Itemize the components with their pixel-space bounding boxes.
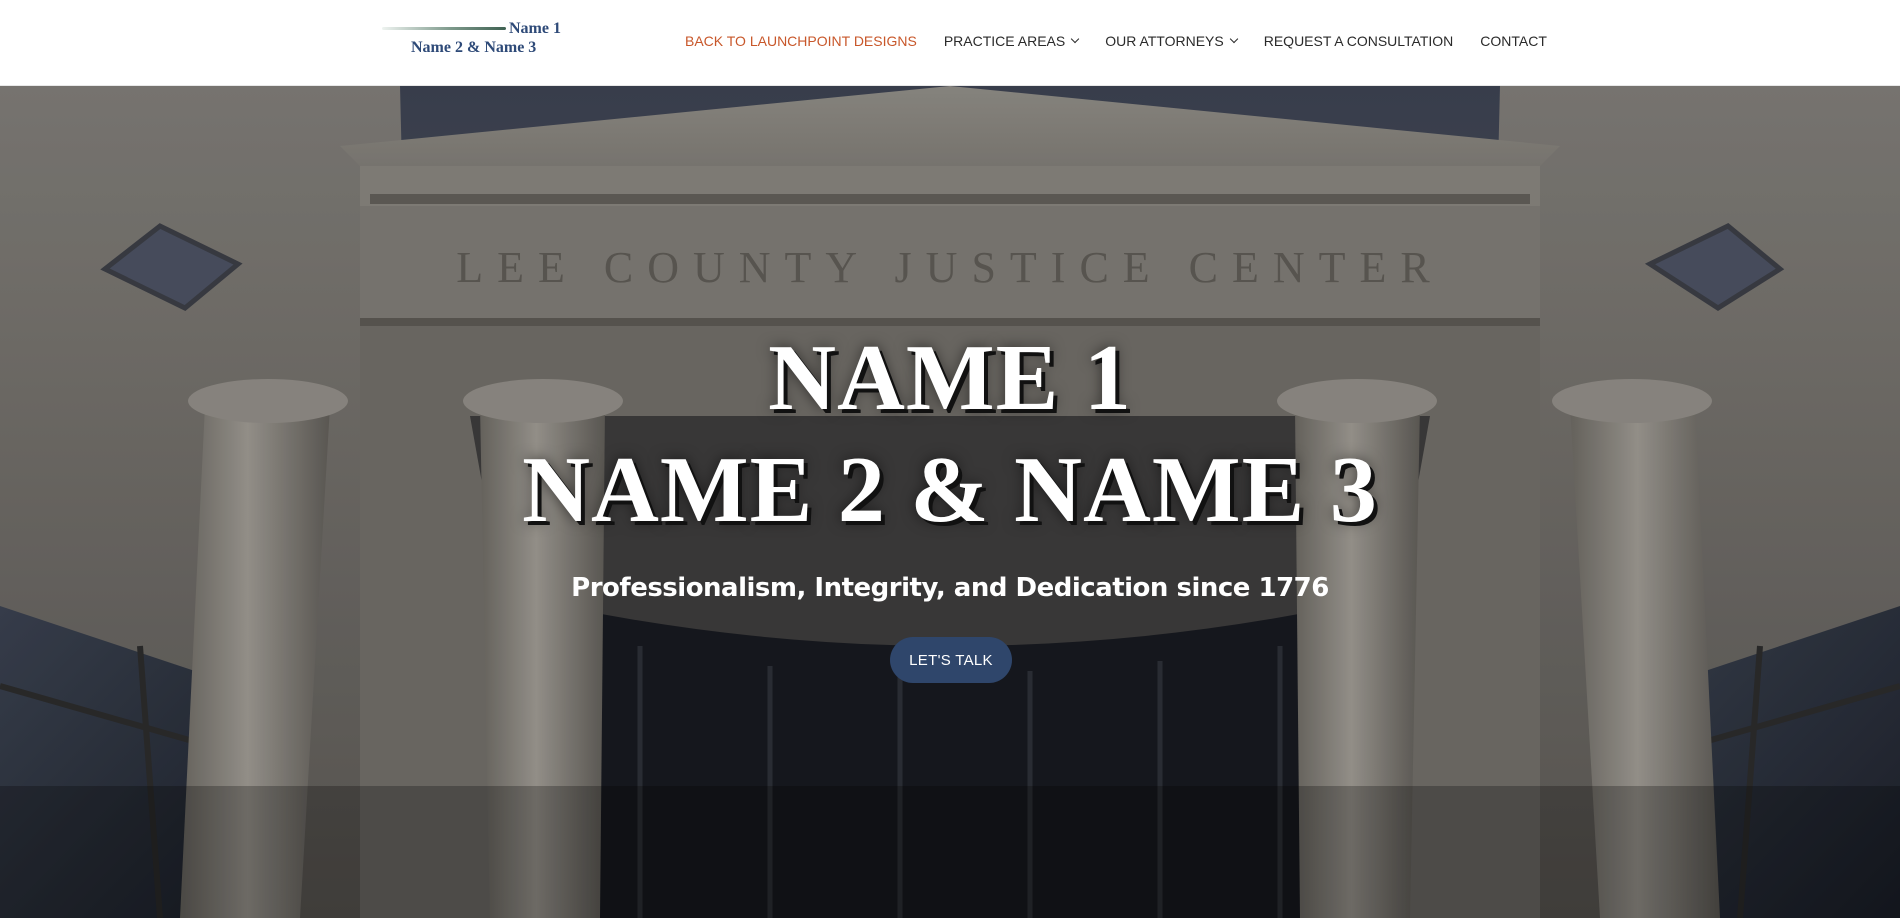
site-logo[interactable]: Name 1 Name 2 & Name 3 bbox=[382, 20, 572, 62]
nav-back-to-launchpoint[interactable]: BACK TO LAUNCHPOINT DESIGNS bbox=[685, 33, 917, 49]
hero-title-line1: NAME 1 bbox=[768, 326, 1132, 430]
nav-label: REQUEST A CONSULTATION bbox=[1263, 33, 1454, 49]
nav-our-attorneys[interactable]: OUR ATTORNEYS bbox=[1105, 33, 1238, 49]
logo-swoosh bbox=[382, 27, 506, 30]
logo-name1: Name 1 bbox=[509, 20, 561, 37]
hero-section: LEE COUNTY JUSTICE CENTER NAME 1 NAME 2 … bbox=[0, 86, 1900, 918]
nav-label: PRACTICE AREAS bbox=[943, 33, 1066, 49]
nav-label: CONTACT bbox=[1480, 33, 1547, 49]
hero-content: NAME 1 NAME 2 & NAME 3 Professionalism, … bbox=[0, 86, 1900, 918]
main-nav: BACK TO LAUNCHPOINT DESIGNS PRACTICE ARE… bbox=[685, 31, 1547, 51]
lets-talk-button[interactable]: LET'S TALK bbox=[890, 637, 1012, 683]
hero-tagline: Professionalism, Integrity, and Dedicati… bbox=[571, 573, 1329, 603]
nav-request-consultation[interactable]: REQUEST A CONSULTATION bbox=[1264, 33, 1454, 49]
nav-label: OUR ATTORNEYS bbox=[1105, 33, 1224, 49]
nav-practice-areas[interactable]: PRACTICE AREAS bbox=[943, 33, 1080, 49]
hero-title-line2: NAME 2 & NAME 3 bbox=[522, 438, 1378, 542]
nav-contact[interactable]: CONTACT bbox=[1480, 33, 1547, 49]
nav-label: BACK TO LAUNCHPOINT DESIGNS bbox=[685, 33, 917, 49]
site-header: Name 1 Name 2 & Name 3 BACK TO LAUNCHPOI… bbox=[0, 0, 1900, 86]
chevron-down-icon bbox=[1229, 34, 1238, 44]
chevron-down-icon bbox=[1070, 34, 1080, 44]
logo-name2: Name 2 & Name 3 bbox=[411, 39, 537, 56]
